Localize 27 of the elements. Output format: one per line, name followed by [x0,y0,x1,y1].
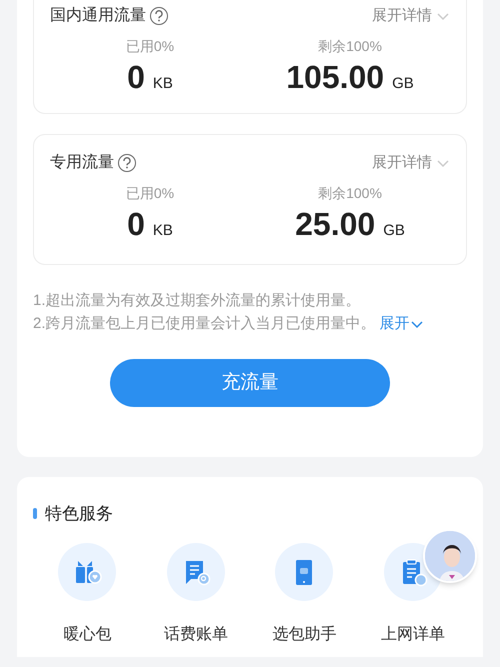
stat-unit: GB [392,74,414,94]
stat-label: 剩余100% [318,184,382,203]
card-title: 专用流量 [50,152,114,173]
assistant-avatar[interactable] [423,529,477,583]
stat-value: 0 [127,58,145,97]
stat-value: 0 [127,205,145,244]
section-marker-icon [33,508,37,520]
help-icon[interactable] [118,154,136,172]
expand-link[interactable]: 展开 [380,312,424,335]
stat-label: 剩余100% [318,37,382,56]
details-link[interactable]: 展开详情 [372,152,450,174]
section-title: 特色服务 [45,503,113,525]
details-link[interactable]: 展开详情 [372,4,450,28]
service-item[interactable]: 暖心包 [33,542,142,646]
stat-value: 25.00 [295,205,376,244]
note-text: 1.超出流量为有效及过期套外流量的累计使用量。 [33,291,361,311]
help-icon[interactable] [150,7,168,25]
stat-value: 105.00 [286,58,384,97]
stat-label: 已用0% [126,37,174,56]
stat-unit: KB [152,74,173,94]
stat-unit: GB [383,221,405,241]
note-text: 2.跨月流量包上月已使用量会计入当月已使用量中。 [33,314,376,334]
service-item[interactable]: 选包助手 [250,542,358,646]
stat-label: 已用0% [126,184,174,203]
service-item[interactable]: 话费账单 [142,542,250,646]
stat-unit: KB [152,221,173,241]
card-title: 国内通用流量 [50,6,146,26]
